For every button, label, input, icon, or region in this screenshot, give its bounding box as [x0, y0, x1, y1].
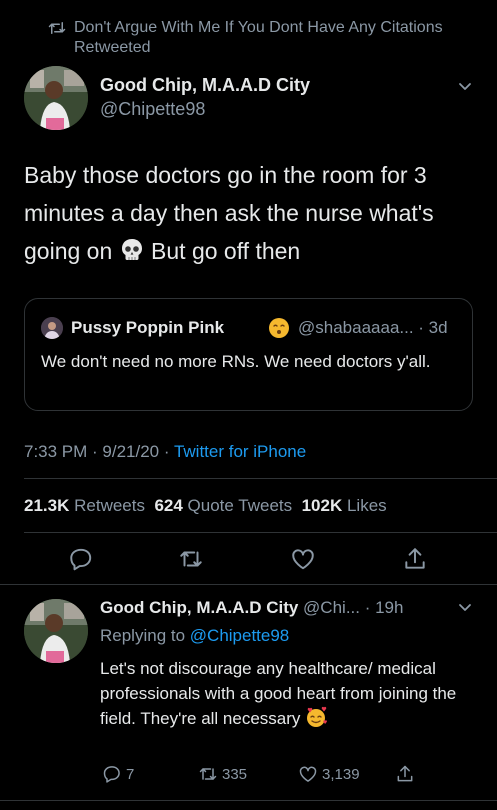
like-button[interactable]: [290, 546, 316, 572]
tweet-stats: 21.3K Retweets 624 Quote Tweets 102K Lik…: [24, 495, 387, 517]
reply-header: Good Chip, M.A.A.D City @Chi... · 19h: [100, 597, 480, 619]
reply-reply-button[interactable]: 7: [102, 764, 134, 784]
like-icon: [292, 549, 314, 570]
reply-share-button[interactable]: [395, 764, 415, 784]
quote-tweets-count: 624: [154, 496, 183, 515]
reply-retweet-button[interactable]: 335: [198, 764, 247, 784]
retweets-label: Retweets: [74, 496, 145, 515]
reply-author-name[interactable]: Good Chip, M.A.A.D City: [100, 598, 298, 617]
reply-button[interactable]: [68, 546, 94, 572]
quoted-tweet[interactable]: Pussy Poppin Pink @shabaaaaa... · 3d We …: [24, 298, 473, 411]
share-button[interactable]: [402, 546, 428, 572]
author-name[interactable]: Good Chip, M.A.A.D City: [100, 74, 310, 96]
retweet-icon: [199, 768, 217, 780]
retweet-button[interactable]: [178, 546, 204, 572]
likes-count: 102K: [301, 496, 343, 515]
tweet-meta: 7:33 PM · 9/21/20 · Twitter for iPhone: [24, 441, 306, 463]
avatar-photo: [24, 66, 88, 130]
retweet-icon: [48, 22, 66, 34]
chevron-down-icon[interactable]: [458, 82, 472, 92]
likes-stat[interactable]: 102K Likes: [302, 496, 387, 515]
quote-tweets-stat[interactable]: 624 Quote Tweets: [154, 496, 292, 515]
share-icon: [405, 548, 425, 569]
divider: [0, 584, 497, 585]
skull-emoji: [121, 239, 142, 260]
smiling-hearts-emoji: [307, 706, 328, 727]
avatar[interactable]: [24, 66, 88, 130]
tweet-text: Baby those doctors go in the room for 3 …: [24, 156, 479, 270]
like-icon: [299, 766, 317, 782]
replying-to-prefix: Replying to: [100, 626, 190, 645]
reply-reply-count: 7: [126, 765, 135, 783]
reply-text: Let's not discourage any healthcare/ med…: [100, 656, 470, 731]
quoted-tweet-header: Pussy Poppin Pink @shabaaaaa... · 3d: [41, 317, 460, 339]
avatar-photo: [24, 599, 88, 663]
tweet-timestamp[interactable]: 7:33 PM · 9/21/20 ·: [24, 442, 174, 461]
reply-icon: [70, 548, 92, 571]
retweet-context[interactable]: Don't Argue With Me If You Dont Have Any…: [48, 18, 474, 58]
divider: [24, 478, 497, 479]
chevron-down-icon[interactable]: [458, 603, 472, 613]
tweet-author[interactable]: Good Chip, M.A.A.D City @Chipette98: [100, 74, 310, 120]
retweets-count: 21.3K: [24, 496, 70, 515]
tweet-source[interactable]: Twitter for iPhone: [174, 442, 306, 461]
reply-handle-time: @Chi... · 19h: [298, 598, 404, 617]
divider: [24, 532, 497, 533]
quoted-author-name[interactable]: Pussy Poppin Pink: [71, 318, 224, 338]
quote-tweets-label: Quote Tweets: [187, 496, 293, 515]
reply-icon: [103, 766, 120, 783]
likes-label: Likes: [346, 496, 387, 515]
share-icon: [397, 765, 413, 782]
retweet-icon: [180, 551, 202, 567]
shush-emoji: [269, 318, 289, 338]
reply-like-button[interactable]: 3,139: [298, 764, 360, 784]
reply-retweet-count: 335: [222, 765, 248, 783]
quoted-handle-time: @shabaaaaa... · 3d: [298, 318, 448, 337]
replying-to-handle[interactable]: @Chipette98: [190, 626, 290, 645]
divider: [0, 800, 497, 801]
reply-text-body: Let's not discourage any healthcare/ med…: [100, 659, 457, 728]
retweet-context-text: Don't Argue With Me If You Dont Have Any…: [74, 19, 443, 56]
reply-avatar[interactable]: [24, 599, 88, 663]
reply-like-count: 3,139: [322, 765, 360, 783]
quoted-avatar[interactable]: [41, 317, 63, 339]
replying-to: Replying to @Chipette98: [100, 625, 289, 647]
retweets-stat[interactable]: 21.3K Retweets: [24, 496, 145, 515]
tweet-text-part2: But go off then: [144, 238, 301, 264]
quoted-text: We don't need no more RNs. We need docto…: [41, 352, 431, 371]
author-handle[interactable]: @Chipette98: [100, 98, 310, 120]
